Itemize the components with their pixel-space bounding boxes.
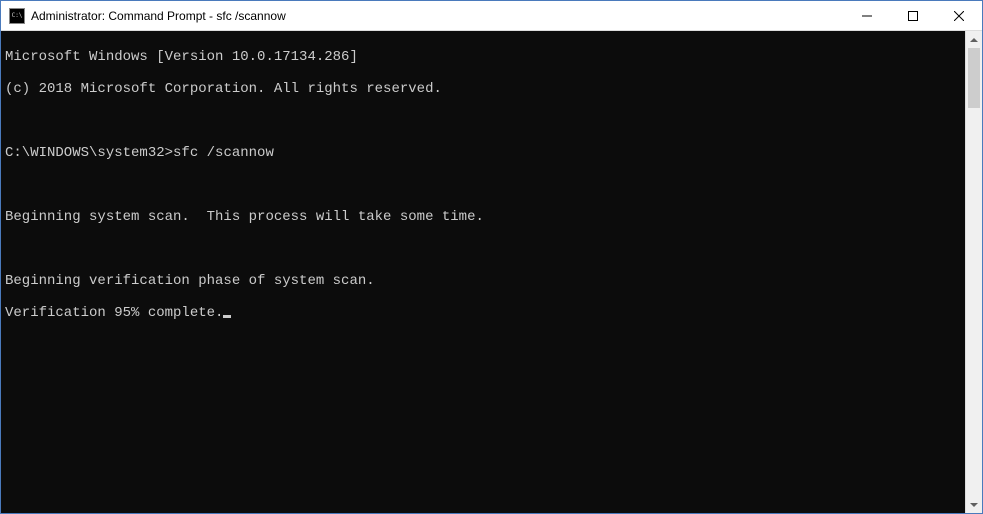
terminal-line: Microsoft Windows [Version 10.0.17134.28… xyxy=(5,49,961,65)
vertical-scrollbar[interactable] xyxy=(965,31,982,513)
terminal-line: Beginning system scan. This process will… xyxy=(5,209,961,225)
app-icon xyxy=(9,8,25,24)
scroll-thumb[interactable] xyxy=(968,48,980,108)
terminal-line xyxy=(5,177,961,193)
chevron-up-icon xyxy=(970,38,978,42)
terminal-progress-line: Verification 95% complete. xyxy=(5,305,961,321)
terminal-output[interactable]: Microsoft Windows [Version 10.0.17134.28… xyxy=(1,31,965,513)
terminal-line: (c) 2018 Microsoft Corporation. All righ… xyxy=(5,81,961,97)
maximize-icon xyxy=(908,11,918,21)
scroll-down-button[interactable] xyxy=(966,496,982,513)
maximize-button[interactable] xyxy=(890,1,936,30)
minimize-icon xyxy=(862,11,872,21)
scroll-up-button[interactable] xyxy=(966,31,982,48)
close-icon xyxy=(954,11,964,21)
window-frame: Administrator: Command Prompt - sfc /sca… xyxy=(0,0,983,514)
terminal-prompt-line: C:\WINDOWS\system32>sfc /scannow xyxy=(5,145,961,161)
prompt-path: C:\WINDOWS\system32> xyxy=(5,145,173,161)
cursor-icon xyxy=(223,315,231,318)
content-area: Microsoft Windows [Version 10.0.17134.28… xyxy=(1,31,982,513)
progress-text: Verification 95% complete. xyxy=(5,305,223,321)
close-button[interactable] xyxy=(936,1,982,30)
titlebar[interactable]: Administrator: Command Prompt - sfc /sca… xyxy=(1,1,982,31)
terminal-line xyxy=(5,113,961,129)
chevron-down-icon xyxy=(970,503,978,507)
terminal-line: Beginning verification phase of system s… xyxy=(5,273,961,289)
prompt-command: sfc /scannow xyxy=(173,145,274,161)
terminal-line xyxy=(5,241,961,257)
minimize-button[interactable] xyxy=(844,1,890,30)
window-title: Administrator: Command Prompt - sfc /sca… xyxy=(31,9,844,23)
scroll-track[interactable] xyxy=(966,48,982,496)
window-controls xyxy=(844,1,982,30)
